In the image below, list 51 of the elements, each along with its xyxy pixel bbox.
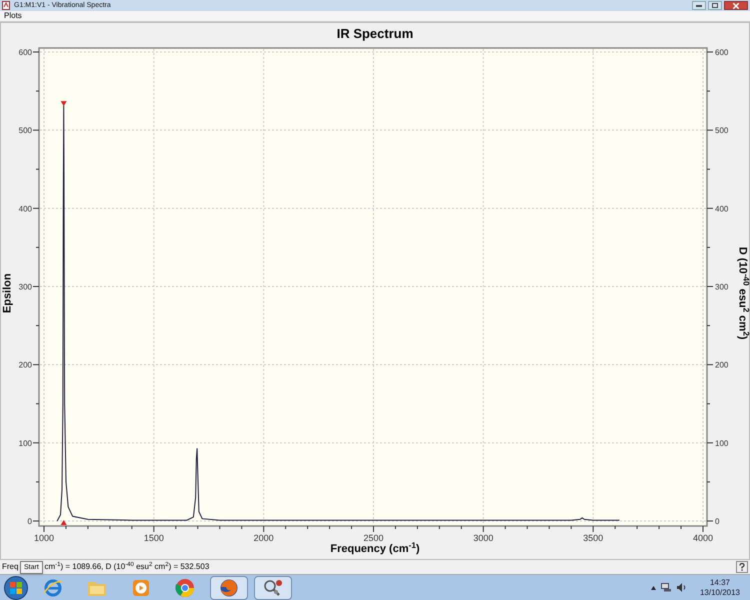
close-button[interactable]: [724, 1, 748, 10]
windows-logo-icon: [10, 582, 22, 594]
tick-label: 3000: [473, 533, 494, 542]
tick-label: 400: [715, 204, 728, 214]
tick-label: 0: [715, 517, 720, 526]
tick-label: 2500: [363, 533, 384, 542]
play-icon: [132, 578, 150, 596]
minimize-icon: [696, 4, 702, 6]
tick-label: 500: [18, 126, 32, 136]
help-button[interactable]: [736, 561, 748, 573]
taskbar-app[interactable]: [254, 576, 292, 600]
tick-label: 300: [715, 282, 728, 292]
tick-label: 200: [715, 360, 728, 370]
browser-e-icon: [43, 578, 63, 598]
magnifier-molecule-icon: [262, 578, 284, 598]
tick-label: 600: [715, 48, 728, 57]
tick-label: 600: [18, 48, 32, 57]
x-axis-label: Frequency (cm$^{-1}$): [330, 542, 420, 556]
restore-button[interactable]: [708, 1, 722, 10]
tick-label: 300: [18, 282, 32, 292]
taskbar-app[interactable]: [210, 576, 248, 600]
chart-title: IR Spectrum: [336, 25, 414, 44]
minimize-button[interactable]: [692, 1, 706, 10]
tick-label: 100: [18, 438, 32, 448]
chrome-icon: [175, 578, 195, 598]
y-axis-label: Epsilon: [0, 274, 15, 314]
tray-arrow-icon: [650, 586, 656, 590]
tick-label: 400: [18, 204, 32, 214]
tick-label: 500: [715, 126, 728, 136]
fox-globe-icon: [219, 578, 239, 598]
clock-time: 14:37: [710, 578, 730, 588]
question-icon: [739, 563, 745, 571]
status-text: Freq: [2, 563, 18, 571]
tick-label: 0: [28, 517, 32, 526]
status-text: cm$^{-1}$) = 1089.66, D (10$^{-40}$ esu$^{2}$ cm$^{2}$) = 532.503: [44, 563, 210, 571]
tick-label: 2000: [254, 533, 274, 542]
peak-marker-icon: [60, 520, 67, 525]
close-icon: [733, 2, 739, 8]
clock-date: 13/10/2013: [700, 588, 740, 598]
tick-label: 3500: [583, 533, 604, 542]
tick-label: 100: [715, 438, 728, 448]
start-button[interactable]: [4, 576, 28, 600]
speaker-icon: [676, 583, 687, 592]
peak-marker-icon: [60, 101, 67, 106]
restore-icon: [712, 3, 718, 8]
tick-label: 200: [18, 360, 32, 370]
tick-label: 1500: [144, 533, 164, 542]
tick-label: 4000: [692, 533, 714, 542]
network-icon: [660, 583, 672, 592]
menu-item[interactable]: Plots: [4, 12, 22, 20]
tick-label: 1000: [34, 533, 54, 542]
